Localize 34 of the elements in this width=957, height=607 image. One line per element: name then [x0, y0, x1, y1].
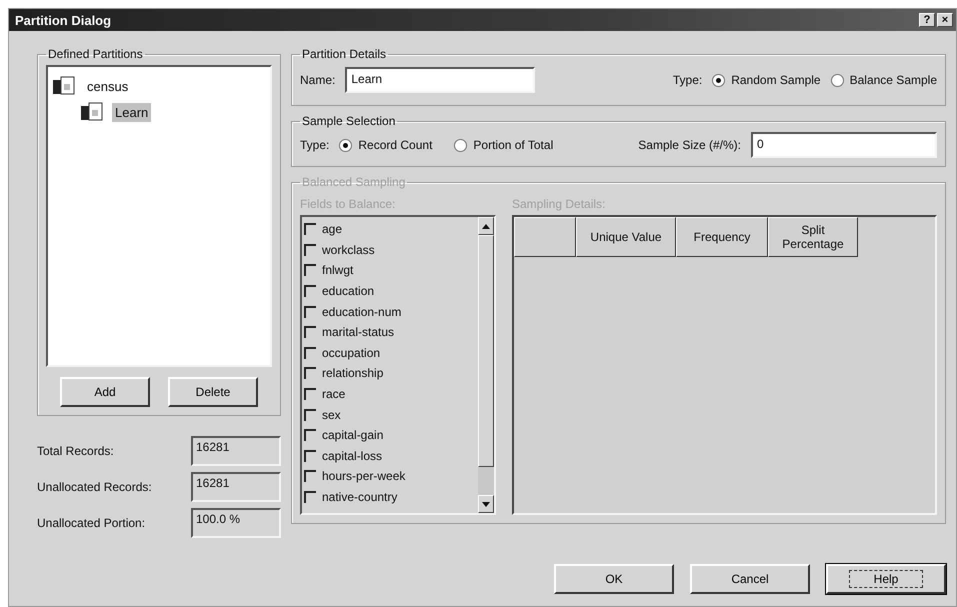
- stat-label: Unallocated Records:: [37, 480, 153, 494]
- group-title: Defined Partitions: [47, 47, 144, 61]
- window-title: Partition Dialog: [15, 12, 112, 28]
- scroll-up-icon: [482, 224, 490, 228]
- help-button[interactable]: Help: [826, 564, 946, 594]
- scroll-down-icon: [482, 502, 490, 506]
- stat-value: 100.0 %: [191, 508, 281, 538]
- field-label: Name:: [300, 73, 336, 87]
- stat-label: Total Records:: [37, 444, 115, 458]
- group-title: Sample Selection: [301, 114, 396, 128]
- radio-option[interactable]: Balance Sample: [830, 73, 937, 87]
- help-button[interactable]: ?: [919, 13, 935, 27]
- name-field[interactable]: Learn: [345, 67, 536, 93]
- stat-value: 16281: [191, 472, 281, 502]
- field-label: Type:: [672, 73, 702, 87]
- field-label: Sample Size (#/%):: [638, 138, 741, 152]
- add-button[interactable]: Add: [60, 377, 150, 407]
- tree-item[interactable]: census: [84, 76, 132, 96]
- tree-item[interactable]: Learn: [112, 102, 152, 122]
- close-button[interactable]: ×: [937, 13, 953, 27]
- partition-icon: [80, 102, 104, 122]
- group-title: Balanced Sampling: [301, 175, 406, 189]
- radio-option[interactable]: Portion of Total: [454, 138, 554, 152]
- cancel-button[interactable]: Cancel: [690, 564, 810, 594]
- field-label: Type:: [300, 138, 330, 152]
- stat-label: Unallocated Portion:: [37, 516, 146, 530]
- partition-icon: [52, 76, 76, 96]
- radio-option[interactable]: Random Sample: [712, 73, 821, 87]
- delete-button[interactable]: Delete: [168, 377, 258, 407]
- group-title: Partition Details: [301, 47, 388, 61]
- stat-value: 16281: [191, 436, 281, 466]
- ok-button[interactable]: OK: [554, 564, 674, 594]
- sample-size-field[interactable]: 0: [751, 132, 937, 158]
- radio-option[interactable]: Record Count: [339, 138, 432, 152]
